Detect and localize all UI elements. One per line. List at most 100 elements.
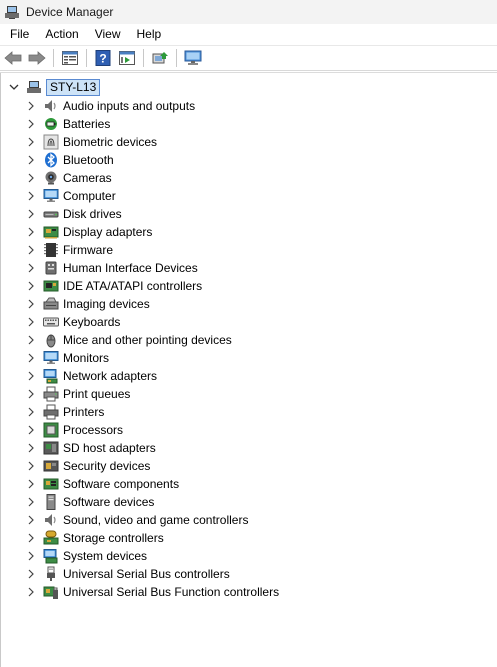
- chevron-right-icon[interactable]: [25, 190, 37, 202]
- menu-file[interactable]: File: [2, 24, 37, 45]
- chevron-right-icon[interactable]: [25, 478, 37, 490]
- help-icon[interactable]: ?: [92, 47, 114, 69]
- tree-item-label: System devices: [63, 549, 148, 563]
- tree-item-computer[interactable]: Computer: [25, 187, 279, 205]
- tree-item-software-devices[interactable]: Software devices: [25, 493, 279, 511]
- tree-item-label: Batteries: [63, 117, 111, 131]
- chevron-right-icon[interactable]: [25, 550, 37, 562]
- tree-item-mice-and-other-pointing-devices[interactable]: Mice and other pointing devices: [25, 331, 279, 349]
- tree-item-batteries[interactable]: Batteries: [25, 115, 279, 133]
- chevron-right-icon[interactable]: [25, 496, 37, 508]
- security-device-icon: [43, 458, 59, 474]
- monitor-toolbar-icon[interactable]: [182, 47, 204, 69]
- chevron-right-icon[interactable]: [25, 280, 37, 292]
- chevron-right-icon[interactable]: [25, 172, 37, 184]
- tree-item-cameras[interactable]: Cameras: [25, 169, 279, 187]
- tree-item-print-queues[interactable]: Print queues: [25, 385, 279, 403]
- chevron-right-icon[interactable]: [25, 568, 37, 580]
- chevron-right-icon[interactable]: [25, 424, 37, 436]
- tree-item-label: Software components: [63, 477, 180, 491]
- chevron-right-icon[interactable]: [25, 244, 37, 256]
- chevron-right-icon[interactable]: [25, 334, 37, 346]
- software-device-icon: [43, 494, 59, 510]
- chevron-right-icon[interactable]: [25, 388, 37, 400]
- forward-arrow-icon[interactable]: [26, 47, 48, 69]
- tree-item-bluetooth[interactable]: Bluetooth: [25, 151, 279, 169]
- processor-icon: [43, 422, 59, 438]
- back-arrow-icon[interactable]: [2, 47, 24, 69]
- device-tree[interactable]: STY-L13 Audio inputs and outputs Batterie…: [0, 72, 497, 667]
- chevron-right-icon[interactable]: [25, 532, 37, 544]
- tree-item-label: Computer: [63, 189, 116, 203]
- tree-item-processors[interactable]: Processors: [25, 421, 279, 439]
- tree-item-monitors[interactable]: Monitors: [25, 349, 279, 367]
- chevron-right-icon[interactable]: [25, 370, 37, 382]
- chevron-right-icon[interactable]: [25, 586, 37, 598]
- action-view-icon[interactable]: [116, 47, 138, 69]
- chevron-right-icon[interactable]: [25, 406, 37, 418]
- toolbar-separator: [176, 49, 177, 67]
- tree-item-label: Imaging devices: [63, 297, 150, 311]
- tree-item-system-devices[interactable]: System devices: [25, 547, 279, 565]
- chevron-right-icon[interactable]: [25, 460, 37, 472]
- bluetooth-icon: [43, 152, 59, 168]
- chevron-right-icon[interactable]: [25, 316, 37, 328]
- tree-item-human-interface-devices[interactable]: Human Interface Devices: [25, 259, 279, 277]
- tree-item-universal-serial-bus-controllers[interactable]: Universal Serial Bus controllers: [25, 565, 279, 583]
- chevron-right-icon[interactable]: [25, 100, 37, 112]
- tree-item-sound-video-and-game-controllers[interactable]: Sound, video and game controllers: [25, 511, 279, 529]
- menu-view[interactable]: View: [87, 24, 129, 45]
- chevron-right-icon[interactable]: [25, 298, 37, 310]
- tree-item-universal-serial-bus-function-controllers[interactable]: Universal Serial Bus Function controller…: [25, 583, 279, 601]
- properties-view-icon[interactable]: [59, 47, 81, 69]
- tree-item-keyboards[interactable]: Keyboards: [25, 313, 279, 331]
- menu-help[interactable]: Help: [129, 24, 170, 45]
- tree-item-label: Disk drives: [63, 207, 122, 221]
- monitor-icon: [43, 350, 59, 366]
- tree-item-printers[interactable]: Printers: [25, 403, 279, 421]
- tree-item-security-devices[interactable]: Security devices: [25, 457, 279, 475]
- firmware-icon: [43, 242, 59, 258]
- toolbar-separator: [53, 49, 54, 67]
- chevron-right-icon[interactable]: [25, 352, 37, 364]
- chevron-right-icon[interactable]: [25, 226, 37, 238]
- device-category-list: Audio inputs and outputs Batteries Biometr…: [25, 97, 279, 601]
- imaging-device-icon: [43, 296, 59, 312]
- tree-item-network-adapters[interactable]: Network adapters: [25, 367, 279, 385]
- chevron-down-icon[interactable]: [8, 81, 20, 93]
- chevron-right-icon[interactable]: [25, 514, 37, 526]
- tree-item-label: Display adapters: [63, 225, 153, 239]
- tree-item-display-adapters[interactable]: Display adapters: [25, 223, 279, 241]
- tree-item-label: Keyboards: [63, 315, 121, 329]
- tree-item-label: Print queues: [63, 387, 131, 401]
- device-manager-icon: [4, 4, 20, 20]
- tree-item-label: Storage controllers: [63, 531, 164, 545]
- tree-item-disk-drives[interactable]: Disk drives: [25, 205, 279, 223]
- tree-item-sd-host-adapters[interactable]: SD host adapters: [25, 439, 279, 457]
- chevron-right-icon[interactable]: [25, 118, 37, 130]
- tree-item-biometric-devices[interactable]: Biometric devices: [25, 133, 279, 151]
- computer-name-label[interactable]: STY-L13: [46, 78, 101, 96]
- scan-hardware-icon[interactable]: [149, 47, 171, 69]
- tree-item-imaging-devices[interactable]: Imaging devices: [25, 295, 279, 313]
- chevron-right-icon[interactable]: [25, 262, 37, 274]
- tree-item-firmware[interactable]: Firmware: [25, 241, 279, 259]
- chevron-right-icon[interactable]: [25, 442, 37, 454]
- chevron-right-icon[interactable]: [25, 208, 37, 220]
- battery-icon: [43, 116, 59, 132]
- chevron-right-icon[interactable]: [25, 136, 37, 148]
- disk-drive-icon: [43, 206, 59, 222]
- tree-item-storage-controllers[interactable]: Storage controllers: [25, 529, 279, 547]
- tree-item-audio-inputs-and-outputs[interactable]: Audio inputs and outputs: [25, 97, 279, 115]
- tree-item-label: Processors: [63, 423, 124, 437]
- tree-item-label: Human Interface Devices: [63, 261, 198, 275]
- title-bar: Device Manager: [0, 0, 497, 24]
- chevron-right-icon[interactable]: [25, 154, 37, 166]
- menu-action[interactable]: Action: [37, 24, 86, 45]
- usb-function-icon: [43, 584, 59, 600]
- tree-root[interactable]: STY-L13: [8, 78, 101, 96]
- sd-host-icon: [43, 440, 59, 456]
- network-adapter-icon: [43, 368, 59, 384]
- tree-item-ide-ata-atapi-controllers[interactable]: IDE ATA/ATAPI controllers: [25, 277, 279, 295]
- tree-item-software-components[interactable]: Software components: [25, 475, 279, 493]
